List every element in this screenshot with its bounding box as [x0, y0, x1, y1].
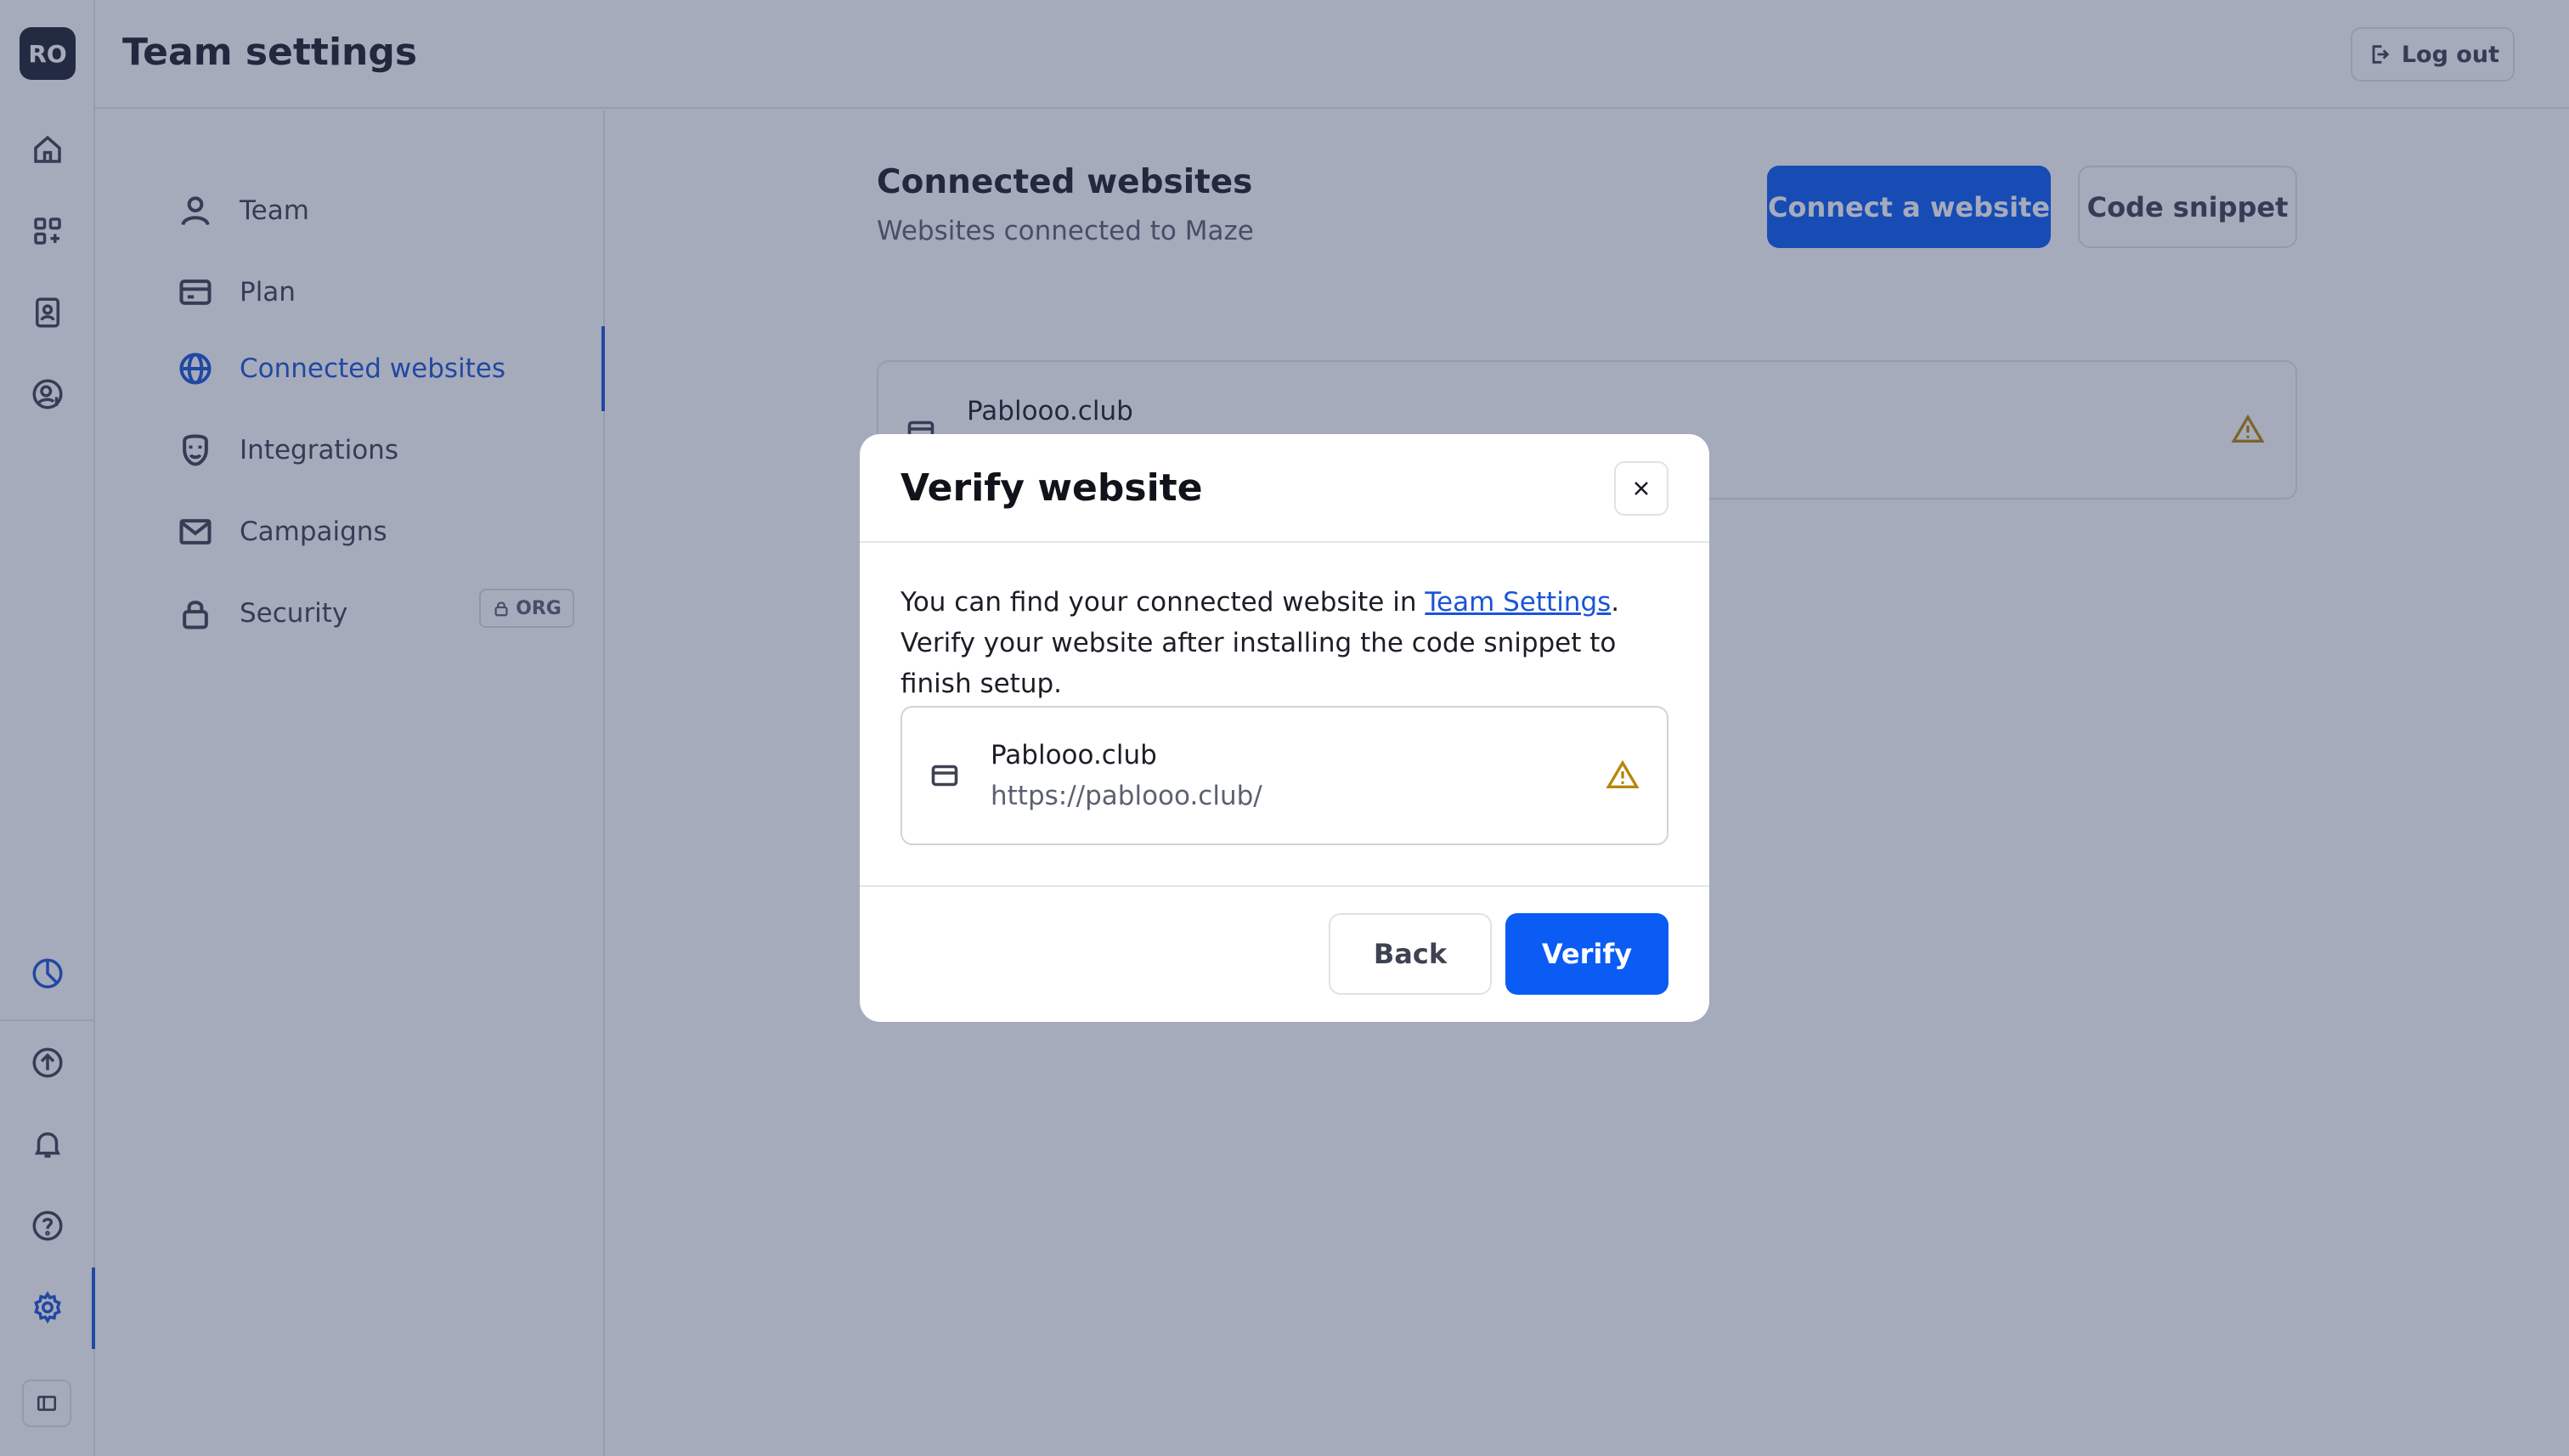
dialog-description: You can find your connected website in T… — [901, 582, 1665, 704]
team-settings-link[interactable]: Team Settings — [1425, 587, 1611, 618]
close-button[interactable] — [1614, 461, 1668, 516]
back-button[interactable]: Back — [1329, 913, 1492, 995]
warning-icon[interactable] — [1606, 759, 1640, 796]
dialog-website-card: Pablooo.club https://pablooo.club/ — [901, 706, 1668, 845]
dialog-header: Verify website — [860, 434, 1709, 543]
website-url: https://pablooo.club/ — [991, 781, 1262, 811]
browser-window-icon — [929, 760, 960, 794]
close-icon — [1635, 482, 1648, 495]
description-text: You can find your connected website in — [901, 587, 1426, 618]
dialog-footer-divider — [860, 885, 1709, 887]
website-name: Pablooo.club — [991, 740, 1157, 770]
verify-website-dialog: Verify website You can find your connect… — [860, 434, 1709, 1022]
verify-button[interactable]: Verify — [1505, 913, 1668, 995]
dialog-title: Verify website — [901, 466, 1203, 510]
